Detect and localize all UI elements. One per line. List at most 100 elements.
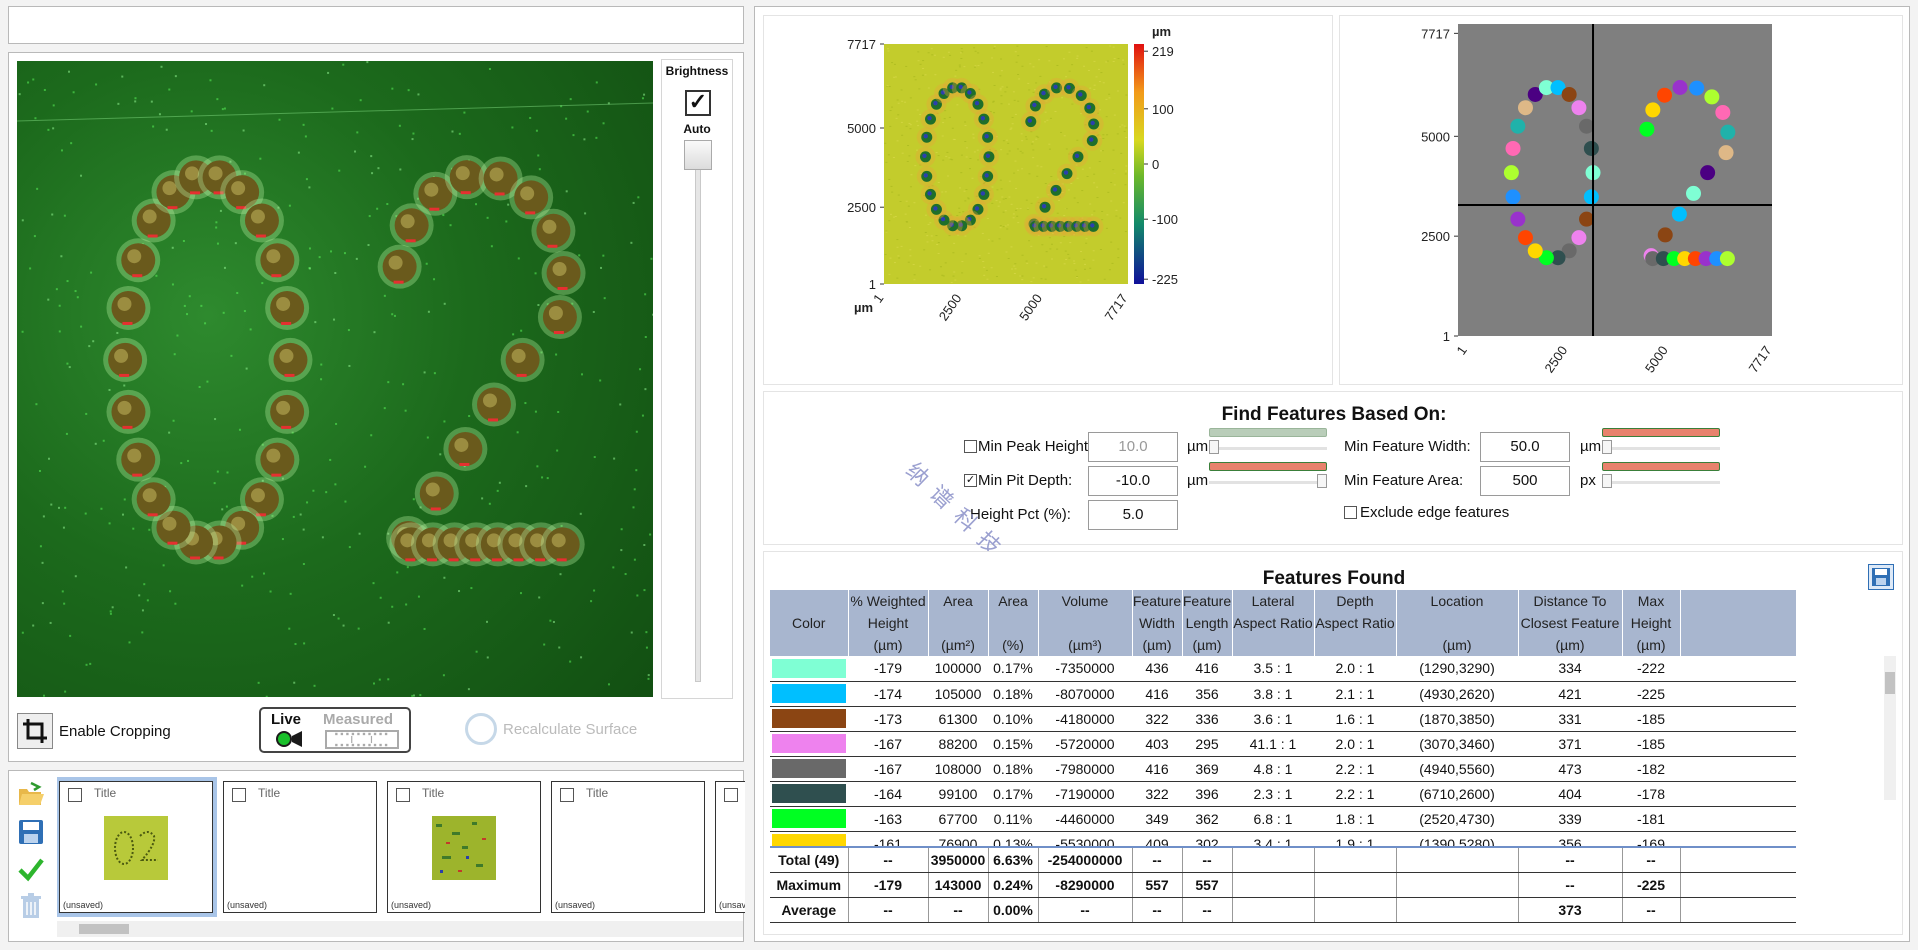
- column-header[interactable]: Feature Width (µm): [1132, 590, 1182, 656]
- height-pct-input[interactable]: 5.0: [1088, 500, 1178, 530]
- trash-icon[interactable]: [17, 892, 45, 920]
- thumbnail-title: Title: [422, 786, 444, 800]
- table-row[interactable]: -167 88200 0.15% -5720000 403 295 41.1 : 1 2.0 …: [770, 731, 1796, 756]
- summary-cell: [1232, 847, 1314, 872]
- summary-cell: [1396, 897, 1518, 922]
- column-header[interactable]: Area (µm²): [928, 590, 988, 656]
- features-table-body[interactable]: -179 100000 0.17% -7350000 436 416 3.5 : 1 2.0 …: [770, 656, 1896, 846]
- column-header[interactable]: Volume (µm³): [1038, 590, 1132, 656]
- table-row[interactable]: -179 100000 0.17% -7350000 436 416 3.5 : 1 2.0 …: [770, 656, 1796, 681]
- table-cell: 403: [1132, 731, 1182, 756]
- feature-blob: [1700, 165, 1715, 180]
- recalculate-surface-button[interactable]: Recalculate Surface: [465, 713, 637, 745]
- column-header[interactable]: Area (%): [988, 590, 1038, 656]
- save-results-icon[interactable]: [1868, 564, 1894, 590]
- table-cell: (6710,2600): [1396, 781, 1518, 806]
- thumbnail-3[interactable]: Title (unsaved): [387, 781, 541, 913]
- y-tick-label: 5000: [847, 121, 876, 136]
- live-label[interactable]: Live: [271, 711, 301, 728]
- table-cell: -169: [1622, 831, 1680, 846]
- min-pit-depth-checkbox[interactable]: ✓: [964, 474, 977, 487]
- table-cell: -173: [848, 706, 928, 731]
- thumbnail-5[interactable]: (unsave: [715, 781, 745, 913]
- feature-blob: [1571, 230, 1586, 245]
- thumbnail-title: Title: [586, 786, 608, 800]
- summary-cell: -254000000: [1038, 847, 1132, 872]
- column-header[interactable]: Distance To Closest Feature (µm): [1518, 590, 1622, 656]
- min-feature-area-slider[interactable]: [1602, 474, 1720, 488]
- summary-cell: 3950000: [928, 847, 988, 872]
- exclude-edge-checkbox[interactable]: [1344, 506, 1357, 519]
- feature-blob: [1518, 230, 1533, 245]
- table-row[interactable]: -163 67700 0.11% -4460000 349 362 6.8 : 1 1.8 :…: [770, 806, 1796, 831]
- table-cell: 1.6 : 1: [1314, 706, 1396, 731]
- height-map-chart[interactable]: 77175000250011 2500 5000 7717µm2191000-100-…: [764, 16, 1332, 384]
- feature-blob: [1579, 212, 1594, 227]
- table-cell: -5530000: [1038, 831, 1132, 846]
- column-header[interactable]: Lateral Aspect Ratio: [1232, 590, 1314, 656]
- table-row[interactable]: -167 108000 0.18% -7980000 416 369 4.8 : 1 2.2 …: [770, 756, 1796, 781]
- thumbnail-4[interactable]: Title (unsaved): [551, 781, 705, 913]
- table-cell: 369: [1182, 756, 1232, 781]
- thumbnail-1[interactable]: Title (unsaved): [59, 781, 213, 913]
- thumbnail-checkbox[interactable]: [396, 788, 410, 802]
- column-header[interactable]: Feature Length (µm): [1182, 590, 1232, 656]
- table-row[interactable]: -173 61300 0.10% -4180000 322 336 3.6 : 1 1.6 :…: [770, 706, 1796, 731]
- thumbnail-scrollbar[interactable]: [57, 921, 743, 937]
- column-header[interactable]: Location (µm): [1396, 590, 1518, 656]
- table-cell: 331: [1518, 706, 1622, 731]
- min-peak-height-input[interactable]: 10.0: [1088, 432, 1178, 462]
- table-cell: (1390,5280): [1396, 831, 1518, 846]
- column-header[interactable]: % Weighted Height (µm): [848, 590, 928, 656]
- y-tick-label: 1: [869, 277, 876, 292]
- feature-blob: [1506, 141, 1521, 156]
- min-pit-depth-input[interactable]: -10.0: [1088, 466, 1178, 496]
- live-measured-toggle[interactable]: Live Measured: [259, 707, 411, 753]
- y-tick-label: 7717: [1421, 26, 1450, 41]
- min-pit-depth-slider[interactable]: [1209, 474, 1327, 488]
- thumbnail-checkbox[interactable]: [560, 788, 574, 802]
- min-peak-height-slider[interactable]: [1209, 440, 1327, 454]
- min-feature-area-input[interactable]: 500: [1480, 466, 1570, 496]
- thumbnail-checkbox[interactable]: [724, 788, 738, 802]
- feature-map-chart[interactable]: 7717 5000 2500 11 2500 5000 7717: [1340, 16, 1902, 384]
- thumbnail-image: [432, 816, 496, 880]
- column-header[interactable]: Color: [770, 590, 848, 656]
- thumbnail-2[interactable]: Title (unsaved): [223, 781, 377, 913]
- table-cell: 371: [1518, 731, 1622, 756]
- min-feature-width-slider[interactable]: [1602, 440, 1720, 454]
- thumbnail-scrollbar-thumb[interactable]: [79, 924, 129, 934]
- thumbnail-title: Title: [94, 786, 116, 800]
- column-header[interactable]: Max Height (µm): [1622, 590, 1680, 656]
- measured-label[interactable]: Measured: [323, 711, 393, 728]
- save-icon[interactable]: [17, 818, 45, 846]
- table-cell: -4180000: [1038, 706, 1132, 731]
- table-row[interactable]: -174 105000 0.18% -8070000 416 356 3.8 : 1 2.1 …: [770, 681, 1796, 706]
- table-cell: 436: [1132, 656, 1182, 681]
- feature-color-swatch: [772, 784, 846, 803]
- table-row[interactable]: -161 76900 0.13% -5530000 409 302 3.4 : 1 1.9 :…: [770, 831, 1796, 846]
- checkmark-icon[interactable]: [17, 855, 45, 883]
- thumbnail-title: Title: [258, 786, 280, 800]
- table-cell: (3070,3460): [1396, 731, 1518, 756]
- open-folder-icon[interactable]: [17, 781, 45, 809]
- thumbnail-checkbox[interactable]: [232, 788, 246, 802]
- column-header[interactable]: Depth Aspect Ratio: [1314, 590, 1396, 656]
- brightness-slider-track[interactable]: [695, 150, 701, 682]
- min-peak-height-checkbox[interactable]: [964, 440, 977, 453]
- min-peak-height-label: Min Peak Height:: [978, 438, 1092, 455]
- brightness-slider-thumb[interactable]: [684, 140, 712, 170]
- auto-brightness-checkbox[interactable]: ✓: [685, 90, 711, 116]
- summary-cell: --: [1622, 847, 1680, 872]
- table-cell: -179: [848, 656, 928, 681]
- table-row[interactable]: -164 99100 0.17% -7190000 322 396 2.3 : 1 2.2 :…: [770, 781, 1796, 806]
- thumbnail-checkbox[interactable]: [68, 788, 82, 802]
- min-feature-width-input[interactable]: 50.0: [1480, 432, 1570, 462]
- camera-live-view[interactable]: [17, 61, 653, 697]
- feature-blob: [1673, 80, 1688, 95]
- table-cell: -5720000: [1038, 731, 1132, 756]
- table-cell: 3.8 : 1: [1232, 681, 1314, 706]
- enable-cropping-button[interactable]: Enable Cropping: [17, 711, 171, 751]
- table-vertical-scrollbar[interactable]: [1884, 656, 1896, 800]
- feature-blob: [1686, 186, 1701, 201]
